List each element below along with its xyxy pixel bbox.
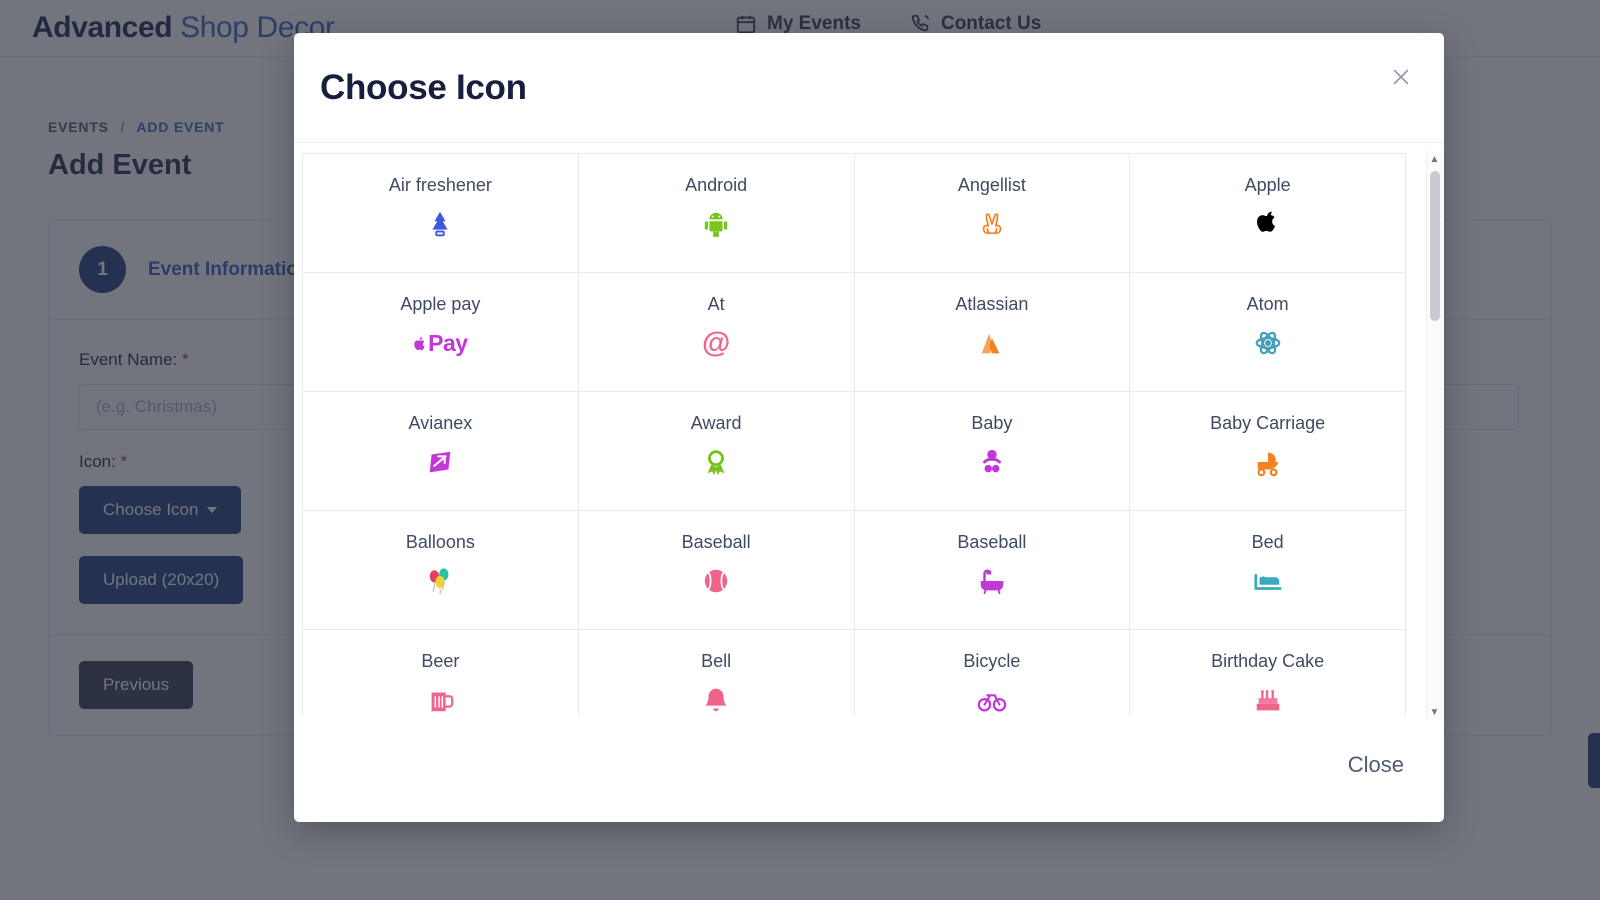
- icon-cell-label: Apple: [1244, 175, 1291, 195]
- choose-icon-modal: Choose Icon Air freshener Android Angellis…: [294, 33, 1444, 822]
- scrollbar-up-arrow[interactable]: ▲: [1427, 151, 1442, 167]
- icon-cell-bath-icon[interactable]: Baseball: [854, 511, 1131, 630]
- icon-cell-label: Angellist: [957, 175, 1026, 195]
- bell-icon: [701, 684, 731, 716]
- icon-cell-atom-icon[interactable]: Atom: [1130, 273, 1406, 392]
- icon-cell-label: Air freshener: [388, 175, 492, 195]
- icon-cell-label: Baby: [971, 413, 1013, 433]
- icon-cell-label: At: [707, 294, 725, 314]
- icon-cell-label: Avianex: [408, 413, 473, 433]
- icon-cell-label: Bell: [701, 651, 732, 671]
- modal-header: Choose Icon: [294, 33, 1444, 143]
- balloons-icon: [425, 565, 455, 597]
- icon-cell-label: Award: [690, 413, 742, 433]
- icon-cell-label: Balloons: [405, 532, 475, 552]
- icon-cell-baby-carriage-icon[interactable]: Baby Carriage: [1130, 392, 1406, 511]
- at-icon: @: [701, 326, 731, 359]
- icon-cell-avianex-icon[interactable]: Avianex: [303, 392, 579, 511]
- icon-cell-baseball-ball-icon[interactable]: Baseball: [578, 511, 855, 630]
- icon-cell-air-freshener-icon[interactable]: Air freshener: [303, 154, 579, 273]
- bed-icon: [1253, 565, 1283, 597]
- icon-cell-bed-icon[interactable]: Bed: [1130, 511, 1406, 630]
- angellist-icon: [977, 208, 1007, 240]
- icon-cell-bell-icon[interactable]: Bell: [578, 630, 855, 716]
- icon-cell-android-icon[interactable]: Android: [578, 154, 855, 273]
- icon-cell-label: Baseball: [957, 532, 1027, 552]
- icon-cell-label: Atom: [1246, 294, 1289, 314]
- icon-cell-birthday-cake-icon[interactable]: Birthday Cake: [1130, 630, 1406, 716]
- icon-cell-label: Bicycle: [963, 651, 1021, 671]
- beer-icon: [425, 684, 455, 716]
- award-icon: [701, 446, 731, 478]
- atom-icon: [1253, 327, 1283, 359]
- bath-icon: [977, 565, 1007, 597]
- apple-pay-icon: Pay: [413, 327, 468, 359]
- baby-icon: [977, 446, 1007, 478]
- icon-cell-baby-icon[interactable]: Baby: [854, 392, 1131, 511]
- icon-cell-apple-pay-icon[interactable]: Apple pay Pay: [303, 273, 579, 392]
- icon-cell-at-icon[interactable]: At @: [578, 273, 855, 392]
- icon-cell-label: Beer: [421, 651, 460, 671]
- icon-cell-award-icon[interactable]: Award: [578, 392, 855, 511]
- modal-body: Air freshener Android Angellist Apple Apple …: [294, 143, 1444, 722]
- birthday-cake-icon: [1253, 684, 1283, 716]
- icon-cell-label: Baby Carriage: [1210, 413, 1326, 433]
- icon-cell-apple-icon[interactable]: Apple: [1130, 154, 1406, 273]
- atlassian-icon: [977, 327, 1007, 359]
- modal-title: Choose Icon: [320, 67, 527, 107]
- icon-cell-bicycle-icon[interactable]: Bicycle: [854, 630, 1131, 716]
- icon-cell-label: Atlassian: [955, 294, 1029, 314]
- icon-cell-label: Birthday Cake: [1211, 651, 1325, 671]
- avianex-icon: [425, 446, 455, 478]
- scrollbar-track[interactable]: ▲ ▼: [1426, 151, 1442, 720]
- android-icon: [701, 208, 731, 240]
- baby-carriage-icon: [1253, 446, 1283, 478]
- apple-icon: [1253, 208, 1283, 240]
- air-freshener-icon: [425, 208, 455, 240]
- icon-cell-label: Apple pay: [400, 294, 481, 314]
- icon-cell-label: Baseball: [681, 532, 751, 552]
- scrollbar-thumb[interactable]: [1430, 171, 1440, 321]
- icon-grid: Air freshener Android Angellist Apple Apple …: [302, 153, 1406, 716]
- icon-cell-label: Bed: [1251, 532, 1284, 552]
- modal-footer: Close: [294, 722, 1444, 822]
- icon-cell-angellist-icon[interactable]: Angellist: [854, 154, 1131, 273]
- icon-cell-atlassian-icon[interactable]: Atlassian: [854, 273, 1131, 392]
- close-button[interactable]: Close: [1348, 752, 1404, 778]
- bicycle-icon: [977, 684, 1007, 716]
- close-icon[interactable]: [1386, 62, 1416, 92]
- icon-grid-scroll-area[interactable]: Air freshener Android Angellist Apple Apple …: [302, 153, 1436, 716]
- icon-cell-balloons-icon[interactable]: Balloons: [303, 511, 579, 630]
- baseball-ball-icon: [701, 565, 731, 597]
- icon-cell-beer-icon[interactable]: Beer: [303, 630, 579, 716]
- icon-cell-label: Android: [685, 175, 748, 195]
- scrollbar-down-arrow[interactable]: ▼: [1427, 704, 1442, 720]
